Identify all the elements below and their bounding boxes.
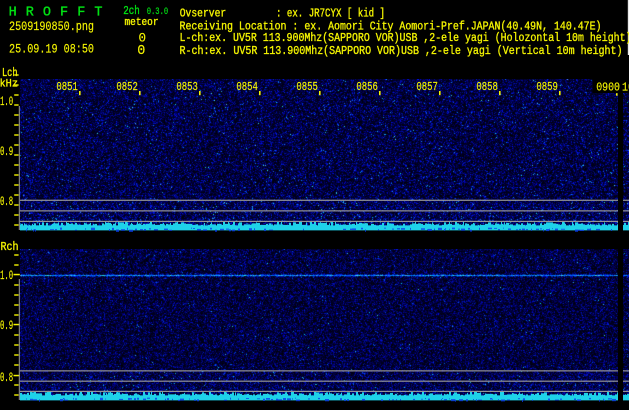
svg-text:0851: 0851 [56,80,78,94]
svg-text:0858: 0858 [476,80,498,94]
svg-text:0.9: 0.9 [0,145,13,159]
svg-text:Ovserver: Ovserver [180,6,227,20]
svg-text:0: 0 [137,44,145,59]
svg-text:0.9: 0.9 [0,319,13,333]
svg-text:meteor: meteor [125,17,159,29]
svg-text:2509190850.png: 2509190850.png [9,19,94,34]
svg-text:0859: 0859 [536,80,558,94]
svg-text:kHz: kHz [0,78,18,90]
svg-text:0856: 0856 [356,80,378,94]
svg-text:0854: 0854 [236,80,258,94]
svg-text:0900: 0900 [596,80,620,94]
svg-text:10: 10 [622,80,629,94]
svg-text:0857: 0857 [416,80,438,94]
svg-text:1.0: 1.0 [0,269,13,283]
svg-text:0853: 0853 [176,80,198,94]
svg-text:25.09.19 08:50: 25.09.19 08:50 [9,42,94,57]
svg-text:R-ch:ex. UV5R 113.900Mhz(SAPPO: R-ch:ex. UV5R 113.900Mhz(SAPPORO VOR)USB… [180,44,623,58]
svg-text:T: T [94,6,102,21]
svg-text:Rch: Rch [1,240,19,254]
svg-text:0852: 0852 [116,80,137,94]
svg-text:1.0: 1.0 [0,95,13,109]
svg-text:0855: 0855 [296,80,318,94]
svg-text:: ex. JR7CYX [ kid ]: : ex. JR7CYX [ kid ] [276,6,385,20]
svg-text:0.8: 0.8 [0,195,13,209]
svg-text:0.8: 0.8 [0,371,13,385]
